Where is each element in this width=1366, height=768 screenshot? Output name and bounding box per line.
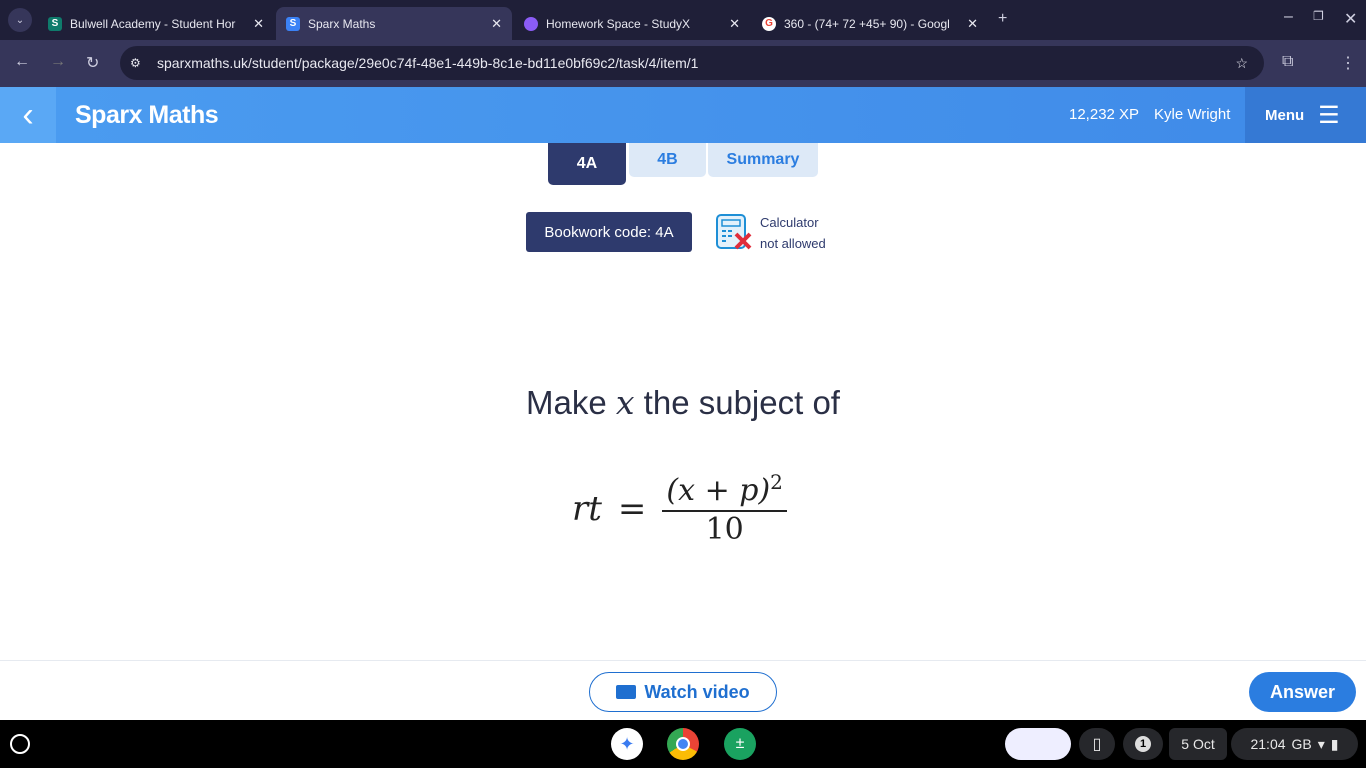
close-tab-icon[interactable]: ✕ bbox=[967, 16, 978, 32]
calculator-line1: Calculator bbox=[760, 215, 819, 230]
fraction: (x + p)2 10 bbox=[662, 470, 787, 547]
tab-label: 4A bbox=[576, 155, 598, 172]
clock: 21:04 bbox=[1250, 736, 1286, 752]
equals-sign: = bbox=[617, 488, 647, 529]
tab-label: 4B bbox=[657, 151, 678, 168]
bookwork-code: Bookwork code: 4A bbox=[526, 212, 692, 252]
tab-summary[interactable]: Summary bbox=[708, 143, 818, 177]
menu-button[interactable]: Menu ☰ bbox=[1245, 87, 1366, 143]
question-prefix: Make bbox=[526, 384, 616, 421]
bookmark-star-icon[interactable]: ☆ bbox=[1235, 55, 1248, 72]
denominator: 10 bbox=[705, 512, 744, 547]
xp-count: 12,232 XP bbox=[1069, 106, 1140, 123]
close-tab-icon[interactable]: ✕ bbox=[729, 16, 740, 32]
favicon-icon: S bbox=[48, 16, 62, 31]
exponent: 2 bbox=[770, 470, 783, 494]
tab-4b[interactable]: 4B bbox=[629, 143, 706, 177]
os-shelf: ✦ ± ▯ 1 5 Oct 21:04 GB ▾ ▮ bbox=[0, 720, 1366, 768]
calculator-status: Calculator not allowed bbox=[760, 212, 826, 254]
gemini-icon[interactable]: ✦ bbox=[611, 728, 643, 760]
browser-tab-strip: ⌄ S Bulwell Academy - Student Hor ✕ S Sparx… bbox=[0, 0, 1366, 40]
browser-tab-active[interactable]: S Sparx Maths ✕ bbox=[276, 7, 512, 40]
battery-icon: ▮ bbox=[1330, 735, 1339, 752]
browser-tab[interactable]: S Bulwell Academy - Student Hor ✕ bbox=[38, 7, 274, 40]
keyboard-locale: GB bbox=[1291, 736, 1312, 752]
browser-tab[interactable]: Homework Space - StudyX ✕ bbox=[514, 7, 750, 40]
phone-icon[interactable]: ▯ bbox=[1079, 728, 1115, 760]
watch-video-button[interactable]: Watch video bbox=[589, 672, 777, 712]
equation: rt = (x + p)2 10 bbox=[572, 470, 787, 547]
question-suffix: the subject of bbox=[634, 384, 840, 421]
browser-toolbar: ← → ↻ ⚙ sparxmaths.uk/student/package/29e… bbox=[0, 40, 1366, 87]
math-variable: x bbox=[615, 383, 635, 422]
tab-title: Sparx Maths bbox=[308, 16, 376, 31]
extensions-icon[interactable]: ⧉ bbox=[1282, 53, 1293, 71]
hamburger-icon: ☰ bbox=[1318, 101, 1340, 129]
answer-button[interactable]: Answer bbox=[1249, 672, 1356, 712]
reload-icon[interactable]: ↻ bbox=[86, 53, 99, 73]
tab-4a[interactable]: 4A bbox=[548, 143, 626, 185]
calculator-app-icon[interactable]: ± bbox=[724, 728, 756, 760]
back-chevron-button[interactable]: ‹ bbox=[0, 87, 56, 143]
favicon-icon bbox=[524, 16, 538, 31]
question-text: Make x the subject of bbox=[0, 383, 1366, 422]
tab-search-chevron-icon[interactable]: ⌄ bbox=[8, 8, 32, 32]
menu-label: Menu bbox=[1265, 106, 1305, 124]
calculator-not-allowed-icon bbox=[716, 214, 752, 250]
status-tray[interactable]: 21:04 GB ▾ ▮ bbox=[1231, 728, 1358, 760]
tab-title: Bulwell Academy - Student Hor bbox=[70, 16, 236, 31]
new-tab-icon[interactable]: + bbox=[998, 10, 1007, 28]
tab-title: 360 - (74+ 72 +45+ 90) - Googl bbox=[784, 16, 950, 31]
chrome-icon[interactable] bbox=[667, 728, 699, 760]
numerator: (x + p) bbox=[666, 473, 771, 508]
phone-hub-thumbnails[interactable] bbox=[1005, 728, 1071, 760]
back-icon[interactable]: ← bbox=[14, 53, 30, 71]
close-window-icon[interactable]: ✕ bbox=[1344, 9, 1357, 29]
google-favicon-icon: G bbox=[762, 16, 776, 31]
more-menu-icon[interactable]: ⋮ bbox=[1340, 53, 1356, 73]
question-footer: Watch video Answer bbox=[0, 660, 1366, 720]
sparx-header: ‹ Sparx Maths 12,232 XP Kyle Wright Menu… bbox=[0, 87, 1366, 143]
date-pill[interactable]: 5 Oct bbox=[1169, 728, 1227, 760]
watch-video-label: Watch video bbox=[644, 681, 750, 702]
date-text: 5 Oct bbox=[1181, 736, 1215, 752]
forward-icon: → bbox=[50, 53, 66, 70]
notification-count[interactable]: 1 bbox=[1123, 728, 1163, 760]
calculator-line2: not allowed bbox=[760, 236, 826, 251]
browser-tab[interactable]: G 360 - (74+ 72 +45+ 90) - Googl ✕ bbox=[752, 7, 988, 40]
notification-badge: 1 bbox=[1135, 736, 1151, 752]
launcher-icon[interactable] bbox=[10, 734, 30, 754]
brand-logo: Sparx Maths bbox=[75, 101, 219, 129]
close-tab-icon[interactable]: ✕ bbox=[491, 16, 502, 32]
video-camera-icon bbox=[616, 685, 637, 699]
url-text: sparxmaths.uk/student/package/29e0c74f-4… bbox=[157, 55, 699, 71]
tab-title: Homework Space - StudyX bbox=[546, 16, 691, 31]
user-name[interactable]: Kyle Wright bbox=[1154, 106, 1230, 123]
favicon-icon: S bbox=[286, 16, 300, 31]
tab-label: Summary bbox=[726, 151, 800, 168]
site-info-icon[interactable]: ⚙ bbox=[130, 56, 141, 70]
restore-icon[interactable]: ❐ bbox=[1313, 9, 1324, 23]
wifi-icon: ▾ bbox=[1317, 735, 1325, 752]
address-bar[interactable]: ⚙ sparxmaths.uk/student/package/29e0c74f-… bbox=[120, 46, 1264, 80]
close-tab-icon[interactable]: ✕ bbox=[253, 16, 264, 32]
equation-lhs: rt bbox=[572, 488, 602, 529]
minimize-icon[interactable]: – bbox=[1284, 8, 1293, 26]
